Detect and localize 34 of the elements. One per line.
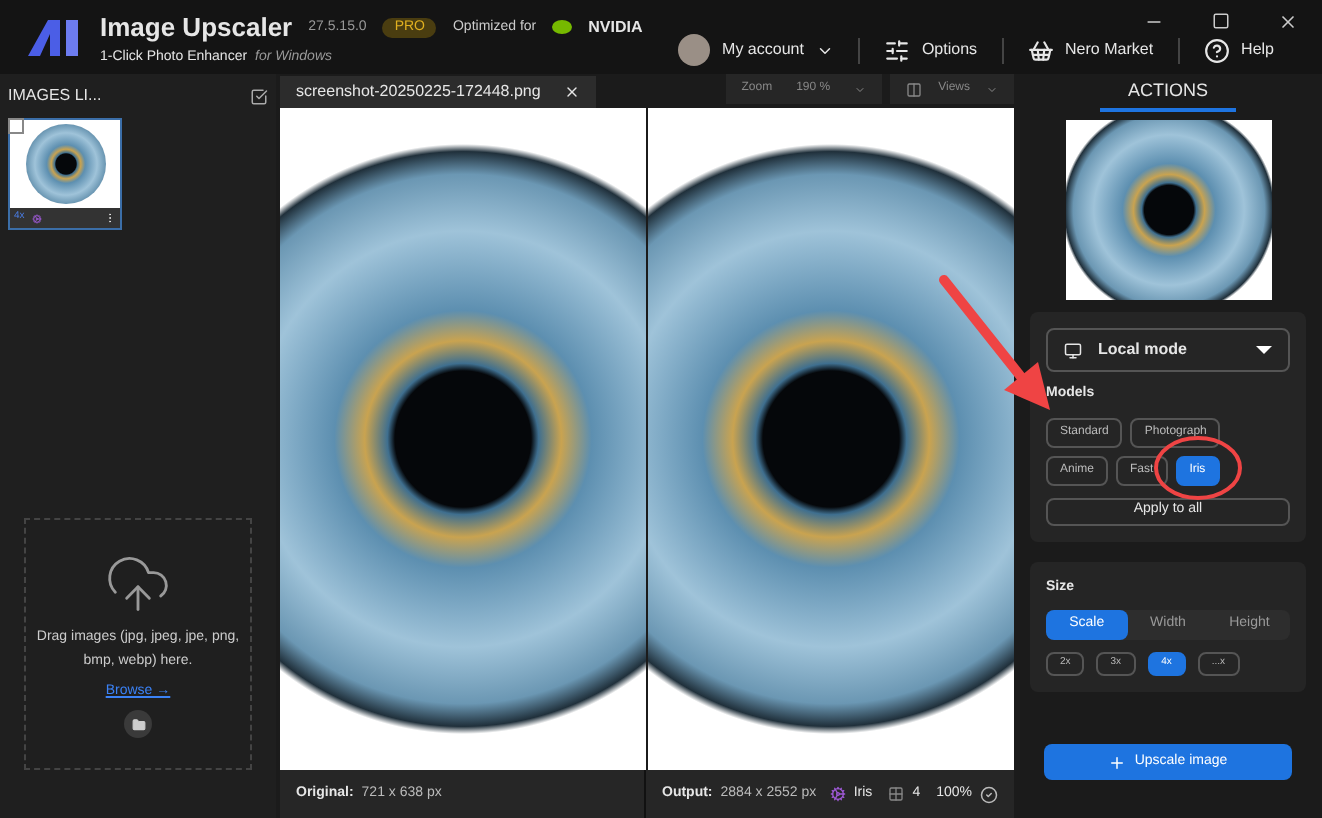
- caret-icon: [1256, 346, 1272, 354]
- nav-button[interactable]: My account: [654, 34, 858, 66]
- grid-icon: [888, 786, 905, 802]
- gear-icon: [32, 213, 43, 223]
- sliders-icon: [883, 37, 910, 63]
- help-icon: [1203, 37, 1230, 63]
- nav-button[interactable]: Options: [857, 37, 1002, 63]
- sidebar-title: IMAGES LI...: [8, 84, 102, 108]
- thumbnail-checkbox[interactable]: [8, 118, 24, 134]
- partner-logo: NVIDIA: [588, 15, 643, 40]
- nav-button[interactable]: Nero Market: [1001, 37, 1178, 63]
- chevron-icon: [986, 83, 998, 95]
- select-all-icon[interactable]: [250, 87, 268, 105]
- file-tab[interactable]: screenshot-20250225-172448.png: [280, 76, 597, 108]
- actions-tab[interactable]: ACTIONS: [1100, 74, 1236, 112]
- folder-icon: [131, 717, 145, 732]
- logo-icon: [24, 16, 84, 56]
- iris-photo: [25, 124, 105, 204]
- maximize-icon[interactable]: [1212, 12, 1230, 30]
- columns-icon: [906, 81, 923, 97]
- basket-icon: [1027, 37, 1054, 63]
- monitor-icon: [1064, 341, 1082, 359]
- check-circle-icon: [980, 785, 998, 803]
- chevron-icon: [854, 83, 867, 95]
- avatar-icon: [678, 34, 711, 66]
- plus-icon: [1108, 753, 1127, 771]
- app-title: Image Upscaler: [100, 10, 293, 46]
- gear-icon: [829, 786, 846, 802]
- mode-dropdown[interactable]: Local mode: [1046, 328, 1290, 372]
- close-icon[interactable]: [1278, 12, 1298, 32]
- close-tab-icon[interactable]: [564, 84, 581, 100]
- circle-annotation: [1154, 436, 1242, 500]
- nav-button[interactable]: Help: [1177, 37, 1298, 63]
- folder-button[interactable]: [124, 710, 152, 739]
